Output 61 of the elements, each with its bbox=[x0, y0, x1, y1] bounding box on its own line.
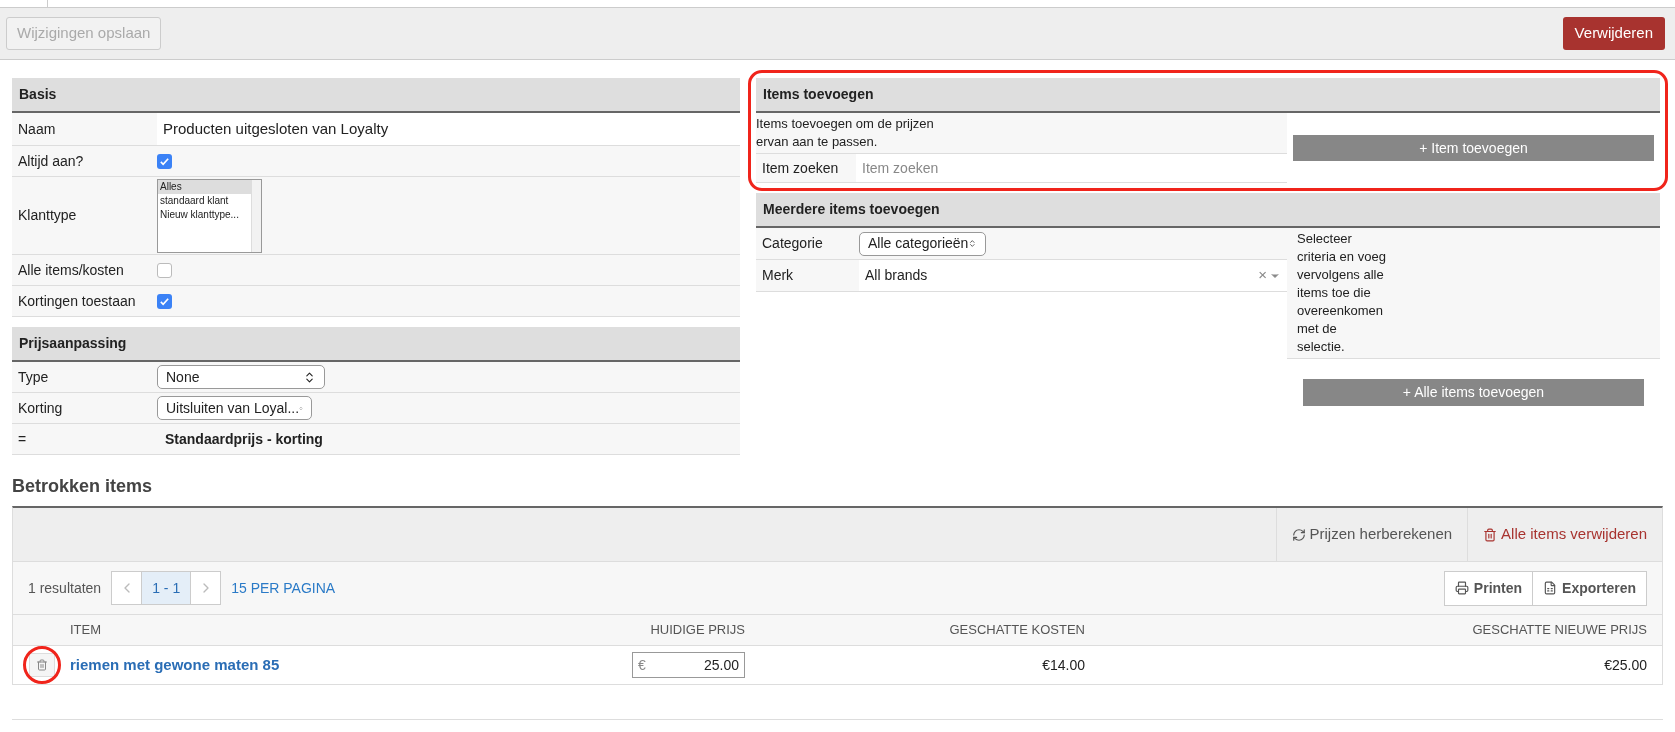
refresh-icon bbox=[1291, 527, 1306, 542]
column-header: ITEM bbox=[70, 621, 102, 640]
description-text: Items toevoegen om de prijzen ervan aan te passen. bbox=[756, 115, 935, 151]
section-header: Items toevoegen bbox=[756, 78, 1660, 113]
select-dropdown[interactable]: Uitsluiten van Loyal... bbox=[157, 396, 312, 420]
customer-type-listbox[interactable]: Alles standaard klant Nieuw klanttype... bbox=[157, 178, 262, 253]
export-button[interactable]: Exporteren bbox=[1532, 571, 1646, 605]
item-link[interactable]: riemen met gewone maten 85 bbox=[70, 653, 632, 677]
checkbox[interactable] bbox=[157, 153, 172, 169]
delete-button[interactable]: Verwijderen bbox=[1562, 17, 1665, 50]
section-title: Betrokken items bbox=[12, 475, 154, 498]
result-count: 1 resultaten bbox=[28, 578, 102, 598]
estimated-cost: €14.00 bbox=[1042, 655, 1085, 675]
updown-icon bbox=[303, 370, 316, 384]
item-search-field[interactable]: Item zoeken bbox=[856, 154, 1287, 182]
field-label: Naam bbox=[17, 119, 57, 139]
field-label: = bbox=[17, 429, 28, 449]
select-dropdown[interactable]: Alle categorieën bbox=[859, 231, 986, 256]
printer-icon bbox=[1454, 581, 1469, 595]
section-header: Prijsaanpassing bbox=[12, 327, 740, 362]
clear-button[interactable]: × bbox=[1258, 264, 1267, 287]
field-label: Merk bbox=[761, 266, 795, 285]
column-header: HUIDIGE PRIJS bbox=[650, 621, 745, 640]
section-header: Basis bbox=[12, 78, 740, 113]
list-option[interactable]: Alles bbox=[158, 179, 251, 194]
formula-text: Standaardprijs - korting bbox=[164, 429, 324, 449]
estimated-new-price: €25.00 bbox=[1604, 655, 1647, 675]
delete-row-button[interactable] bbox=[28, 653, 55, 677]
select-dropdown[interactable]: None bbox=[157, 365, 325, 389]
spreadsheet-icon bbox=[1543, 581, 1558, 595]
price-field[interactable]: € 25.00 bbox=[632, 652, 745, 678]
column-header: GESCHATTE KOSTEN bbox=[949, 621, 1085, 640]
check-icon bbox=[159, 155, 170, 167]
updown-icon bbox=[968, 237, 977, 250]
trash-icon bbox=[35, 659, 48, 671]
print-button[interactable]: Printen bbox=[1444, 571, 1533, 605]
name-field[interactable]: Producten uitgesloten van Loyalty bbox=[157, 113, 740, 145]
field-label: Altijd aan? bbox=[17, 151, 85, 171]
page-range: 1 - 1 bbox=[142, 572, 191, 604]
field-label: Korting bbox=[17, 398, 64, 418]
trash-icon bbox=[1483, 527, 1498, 542]
checkbox[interactable] bbox=[157, 262, 172, 278]
per-page-link[interactable]: 15 PER PAGINA bbox=[231, 577, 336, 599]
check-icon bbox=[159, 295, 170, 307]
field-label: Categorie bbox=[761, 234, 824, 253]
delete-all-items-button[interactable]: Alle items verwijderen bbox=[1467, 508, 1662, 561]
add-item-button[interactable]: + Item toevoegen bbox=[1293, 135, 1654, 161]
list-option[interactable]: Nieuw klanttype... bbox=[158, 207, 251, 222]
list-option[interactable]: standaard klant bbox=[158, 193, 251, 208]
column-header: GESCHATTE NIEUWE PRIJS bbox=[1472, 621, 1647, 640]
field-label: Alle items/kosten bbox=[17, 260, 125, 280]
field-label: Klanttype bbox=[17, 206, 78, 225]
section-header: Meerdere items toevoegen bbox=[756, 193, 1660, 228]
brand-select[interactable]: All brands × bbox=[859, 260, 1287, 291]
field-label: Type bbox=[17, 367, 50, 387]
add-all-items-button[interactable]: + Alle items toevoegen bbox=[1303, 379, 1644, 406]
recalculate-prices-button[interactable]: Prijzen herberekenen bbox=[1275, 508, 1468, 561]
field-label: Kortingen toestaan bbox=[17, 291, 137, 311]
checkbox[interactable] bbox=[157, 293, 172, 309]
description-text: Selecteer criteria en voeg vervolgens alle items toe die overeenkomen met de selectie. bbox=[1297, 230, 1387, 356]
field-label: Item zoeken bbox=[761, 158, 840, 178]
